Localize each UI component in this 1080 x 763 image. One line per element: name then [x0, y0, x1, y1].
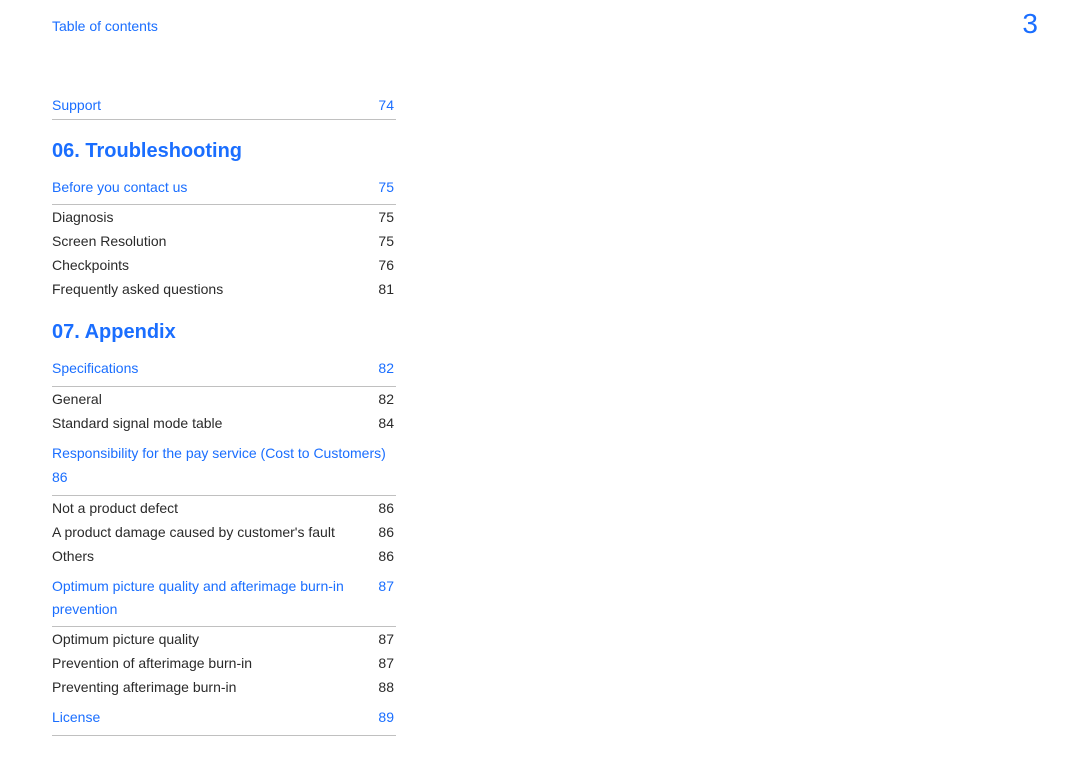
toc-item-page: 86 — [378, 500, 396, 516]
chapter-heading: 07. Appendix — [52, 321, 396, 344]
toc-section-header[interactable]: Optimum picture quality and afterimage b… — [52, 572, 396, 627]
toc-section-group: Optimum picture quality and afterimage b… — [52, 572, 396, 699]
toc-section-title: Specifications — [52, 357, 378, 379]
toc-item-title: General — [52, 391, 378, 407]
toc-item-title: Standard signal mode table — [52, 415, 378, 431]
page-number: 3 — [1022, 8, 1038, 40]
toc-section-page: 82 — [378, 360, 396, 376]
toc-item-title: Prevention of afterimage burn-in — [52, 655, 378, 671]
toc-column: Support 74 06. Troubleshooting Before you… — [52, 94, 396, 736]
toc-item-title: Frequently asked questions — [52, 281, 378, 297]
toc-item-row[interactable]: Prevention of afterimage burn-in87 — [52, 651, 396, 675]
toc-section-group: Specifications82General82Standard signal… — [52, 354, 396, 434]
toc-section-title: Responsibility for the pay service (Cost… — [52, 445, 386, 461]
toc-section-page: 75 — [378, 179, 396, 195]
toc-item-page: 84 — [378, 415, 396, 431]
toc-section-header[interactable]: License89 — [52, 703, 396, 735]
toc-item-title: Others — [52, 548, 378, 564]
toc-item-page: 75 — [378, 233, 396, 249]
toc-item-row[interactable]: A product damage caused by customer's fa… — [52, 520, 396, 544]
toc-section-title: Support — [52, 97, 101, 113]
toc-item-title: Not a product defect — [52, 500, 378, 516]
toc-item-row[interactable]: General82 — [52, 387, 396, 411]
toc-item-page: 86 — [378, 548, 396, 564]
toc-section-page: 74 — [378, 97, 396, 113]
toc-item-row[interactable]: Screen Resolution75 — [52, 229, 396, 253]
toc-section-header[interactable]: Responsibility for the pay service (Cost… — [52, 439, 396, 497]
toc-item-title: Checkpoints — [52, 257, 378, 273]
toc-item-row[interactable]: Frequently asked questions81 — [52, 277, 396, 301]
toc-item-row[interactable]: Not a product defect86 — [52, 496, 396, 520]
toc-item-row[interactable]: Diagnosis75 — [52, 205, 396, 229]
toc-section-page: 86 — [52, 469, 68, 485]
toc-item-page: 75 — [378, 209, 396, 225]
toc-item-page: 88 — [378, 679, 396, 695]
toc-item-row[interactable]: Standard signal mode table84 — [52, 411, 396, 435]
toc-section-header[interactable]: Specifications82 — [52, 354, 396, 386]
chapter-heading: 06. Troubleshooting — [52, 140, 396, 163]
toc-section-header[interactable]: Before you contact us75 — [52, 173, 396, 205]
page-header-title: Table of contents — [52, 18, 1080, 34]
toc-item-page: 87 — [378, 655, 396, 671]
toc-item-title: Preventing afterimage burn-in — [52, 679, 378, 695]
toc-section-title: Optimum picture quality and afterimage b… — [52, 575, 378, 620]
toc-section-support[interactable]: Support 74 — [52, 94, 396, 120]
toc-section-group: License89 — [52, 703, 396, 735]
toc-item-row[interactable]: Preventing afterimage burn-in88 — [52, 675, 396, 699]
toc-section-page: 89 — [378, 709, 396, 725]
toc-item-title: Screen Resolution — [52, 233, 378, 249]
toc-item-page: 87 — [378, 631, 396, 647]
toc-item-page: 81 — [378, 281, 396, 297]
toc-item-row[interactable]: Optimum picture quality87 — [52, 627, 396, 651]
toc-item-row[interactable]: Others86 — [52, 544, 396, 568]
toc-item-title: A product damage caused by customer's fa… — [52, 524, 378, 540]
toc-item-page: 86 — [378, 524, 396, 540]
toc-section-page: 87 — [378, 578, 396, 594]
toc-section-group: Before you contact us75Diagnosis75Screen… — [52, 173, 396, 301]
toc-section-title: Before you contact us — [52, 176, 378, 198]
toc-item-page: 82 — [378, 391, 396, 407]
toc-item-row[interactable]: Checkpoints76 — [52, 253, 396, 277]
toc-item-title: Optimum picture quality — [52, 631, 378, 647]
toc-item-page: 76 — [378, 257, 396, 273]
toc-section-title: License — [52, 706, 378, 728]
toc-section-group: Responsibility for the pay service (Cost… — [52, 439, 396, 569]
toc-item-title: Diagnosis — [52, 209, 378, 225]
